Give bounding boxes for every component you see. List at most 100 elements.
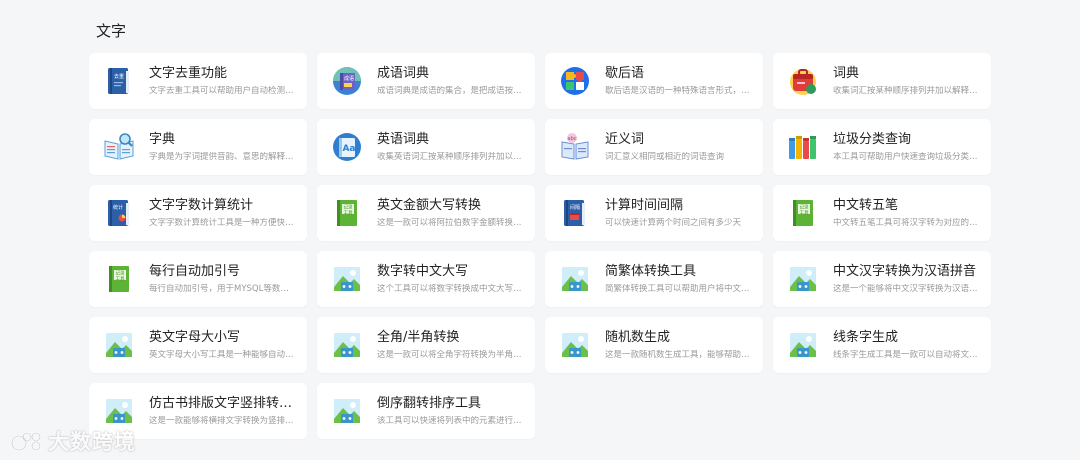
- watermark: 大数跨境: [10, 426, 136, 456]
- picture-icon: [331, 329, 363, 361]
- tool-card[interactable]: 倒序翻转排序工具该工具可以快速将列表中的元素进行倒序翻...: [317, 383, 535, 439]
- tool-card[interactable]: 中文汉字转换为汉语拼音这是一个能够将中文汉字转换为汉语拼音的...: [773, 251, 991, 307]
- tool-description: 歇后语是汉语的一种特殊语言形式，是群众...: [605, 86, 753, 96]
- tool-card[interactable]: 全角/半角转换这是一款可以将全角字符转换为半角字符，...: [317, 317, 535, 373]
- tool-card[interactable]: 词典收集词汇按某种顺序排列并加以解释供人检...: [773, 53, 991, 109]
- tool-title: 英文金额大写转换: [377, 198, 482, 213]
- tool-card-text: 文字字数计算统计文字字数计算统计工具是一种方便快捷的工...: [149, 197, 297, 229]
- tool-title: 垃圾分类查询: [833, 132, 912, 147]
- tool-title: 每行自动加引号: [149, 264, 241, 279]
- tool-description: 词汇意义相同或相近的词语查询: [605, 152, 725, 162]
- tool-title: 中文汉字转换为汉语拼音: [833, 264, 977, 279]
- tool-card[interactable]: 数字转中文大写这个工具可以将数字转换成中文大写形式，...: [317, 251, 535, 307]
- tool-card[interactable]: 简繁体转换工具简繁体转换工具可以帮助用户将中文文章从...: [545, 251, 763, 307]
- tool-title: 中文转五笔: [833, 198, 899, 213]
- tool-description: 收集词汇按某种顺序排列并加以解释供人检...: [833, 86, 981, 96]
- tool-description: 文字去重工具可以帮助用户自动检测和删除...: [149, 86, 297, 96]
- svg-text:记录: 记录: [800, 204, 809, 211]
- tool-card[interactable]: 记录工具 中文转五笔中文转五笔工具可将汉字转为对应的五笔编...: [773, 185, 991, 241]
- tool-card[interactable]: 垃圾分类查询本工具可帮助用户快速查询垃圾分类信息。...: [773, 119, 991, 175]
- bag-icon: [787, 65, 819, 97]
- picture-icon: [559, 263, 591, 295]
- tool-card[interactable]: abc 近义词词汇意义相同或相近的词语查询: [545, 119, 763, 175]
- svg-text:间隔: 间隔: [570, 204, 580, 211]
- tool-description: 中文转五笔工具可将汉字转为对应的五笔编...: [833, 218, 981, 228]
- tool-title: 文字去重功能: [149, 66, 228, 81]
- tool-description: 简繁体转换工具可以帮助用户将中文文章从...: [605, 284, 753, 294]
- tool-card[interactable]: 统计 文字字数计算统计文字字数计算统计工具是一种方便快捷的工...: [89, 185, 307, 241]
- tool-card-text: 近义词词汇意义相同或相近的词语查询: [605, 131, 753, 163]
- svg-text:工具: 工具: [800, 210, 809, 216]
- tool-card[interactable]: 记录工具 每行自动加引号每行自动加引号，用于MYSQL等数据库的IN...: [89, 251, 307, 307]
- tool-title: 近义词: [605, 132, 645, 147]
- picture-icon: [787, 263, 819, 295]
- tool-title: 计算时间间隔: [605, 198, 684, 213]
- picture-icon: [331, 395, 363, 427]
- tool-card[interactable]: 歇后语歇后语是汉语的一种特殊语言形式，是群众...: [545, 53, 763, 109]
- tool-card-text: 文字去重功能文字去重工具可以帮助用户自动检测和删除...: [149, 65, 297, 97]
- tool-card-text: 随机数生成这是一款随机数生成工具，能够帮助用户快...: [605, 329, 753, 361]
- tool-description: 本工具可帮助用户快速查询垃圾分类信息。...: [833, 152, 981, 162]
- tool-card-text: 垃圾分类查询本工具可帮助用户快速查询垃圾分类信息。...: [833, 131, 981, 163]
- tool-card-text: 仿古书排版文字竖排转换工... 这是一款能够将横排文字转换为竖排文字的...: [149, 395, 297, 427]
- tool-title: 字典: [149, 132, 176, 147]
- svg-text:记录: 记录: [344, 204, 353, 211]
- tool-title: 成语词典: [377, 66, 430, 81]
- tool-card[interactable]: 线条字生成线条字生成工具是一款可以自动将文字转化...: [773, 317, 991, 373]
- tool-card-text: 每行自动加引号每行自动加引号，用于MYSQL等数据库的IN...: [149, 263, 297, 295]
- tool-description: 这是一款能够将横排文字转换为竖排文字的...: [149, 416, 297, 426]
- tool-card-text: 数字转中文大写这个工具可以将数字转换成中文大写形式，...: [377, 263, 525, 295]
- tool-card-text: 成语词典成语词典是成语的集合，是把成语按某种顺...: [377, 65, 525, 97]
- tool-card-text: 英文字母大小写英文字母大小写工具是一种能够自动将英文...: [149, 329, 297, 361]
- tool-card[interactable]: 成语 成语词典成语词典是成语的集合，是把成语按某种顺...: [317, 53, 535, 109]
- picture-icon: [787, 329, 819, 361]
- tool-card-text: 计算时间间隔可以快速计算两个时间之间有多少天: [605, 197, 753, 229]
- tool-card-text: 歇后语歇后语是汉语的一种特殊语言形式，是群众...: [605, 65, 753, 97]
- tool-card[interactable]: 记录工具 英文金额大写转换这是一款可以将阿拉伯数字金额转换为中文...: [317, 185, 535, 241]
- notebook-green-icon: 记录 工具: [331, 197, 363, 229]
- tool-card[interactable]: 去重 文字去重功能文字去重工具可以帮助用户自动检测和删除...: [89, 53, 307, 109]
- notebook-green-icon: 记录 工具: [787, 197, 819, 229]
- tool-title: 倒序翻转排序工具: [377, 396, 482, 411]
- tool-card-text: 线条字生成线条字生成工具是一款可以自动将文字转化...: [833, 329, 981, 361]
- tool-description: 成语词典是成语的集合，是把成语按某种顺...: [377, 86, 525, 96]
- svg-text:工具: 工具: [116, 276, 125, 282]
- tool-grid: 去重 文字去重功能文字去重工具可以帮助用户自动检测和删除... 成语 成语词典成…: [89, 53, 991, 439]
- svg-text:工具: 工具: [344, 210, 353, 216]
- tool-card-text: 词典收集词汇按某种顺序排列并加以解释供人检...: [833, 65, 981, 97]
- trash-bins-icon: [787, 131, 819, 163]
- tool-description: 这是一款可以将全角字符转换为半角字符，...: [377, 350, 525, 360]
- tool-description: 可以快速计算两个时间之间有多少天: [605, 218, 742, 228]
- svg-text:统计: 统计: [113, 204, 123, 211]
- tool-title: 线条字生成: [833, 330, 899, 345]
- aa-book-icon: Aa: [331, 131, 363, 163]
- tool-description: 这是一个能够将中文汉字转换为汉语拼音的...: [833, 284, 981, 294]
- picture-icon: [103, 329, 135, 361]
- tool-description: 这个工具可以将数字转换成中文大写形式，...: [377, 284, 525, 294]
- section-title: 文字: [96, 22, 127, 40]
- tool-title: 文字字数计算统计: [149, 198, 254, 213]
- tool-card[interactable]: 字典字典是为字词提供音韵、意思的解释、例句...: [89, 119, 307, 175]
- svg-text:Aa: Aa: [342, 144, 355, 154]
- watermark-text: 大数跨境: [48, 430, 136, 454]
- book-blue-icon: 去重: [103, 65, 135, 97]
- tool-title: 英语词典: [377, 132, 430, 147]
- globe-book-icon: 成语: [331, 65, 363, 97]
- tool-title: 歇后语: [605, 66, 645, 81]
- tool-description: 线条字生成工具是一款可以自动将文字转化...: [833, 350, 981, 360]
- svg-text:成语: 成语: [344, 75, 354, 82]
- abc-book-icon: abc: [559, 131, 591, 163]
- tool-description: 这是一款随机数生成工具，能够帮助用户快...: [605, 350, 753, 360]
- tool-title: 简繁体转换工具: [605, 264, 697, 279]
- tool-title: 词典: [833, 66, 860, 81]
- tool-card-text: 英文金额大写转换这是一款可以将阿拉伯数字金额转换为中文...: [377, 197, 525, 229]
- tool-description: 文字字数计算统计工具是一种方便快捷的工...: [149, 218, 297, 228]
- tool-description: 英文字母大小写工具是一种能够自动将英文...: [149, 350, 297, 360]
- tool-card-text: 倒序翻转排序工具该工具可以快速将列表中的元素进行倒序翻...: [377, 395, 525, 427]
- tool-card[interactable]: 随机数生成这是一款随机数生成工具，能够帮助用户快...: [545, 317, 763, 373]
- notebook-green-icon: 记录 工具: [103, 263, 135, 295]
- tool-card[interactable]: Aa 英语词典收集英语词汇按某种顺序排列并加以解释供...: [317, 119, 535, 175]
- tool-card[interactable]: 英文字母大小写英文字母大小写工具是一种能够自动将英文...: [89, 317, 307, 373]
- calendar-book-icon: 间隔: [559, 197, 591, 229]
- tool-card[interactable]: 间隔 计算时间间隔可以快速计算两个时间之间有多少天: [545, 185, 763, 241]
